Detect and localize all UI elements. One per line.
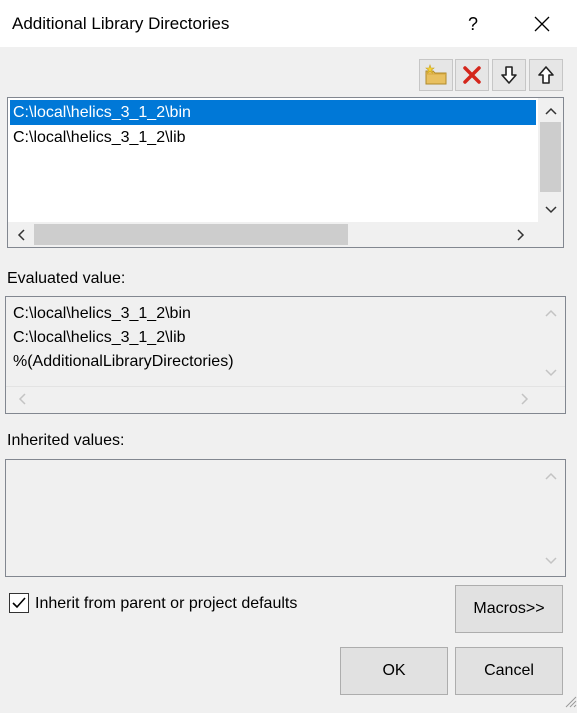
scroll-left-arrow[interactable] (8, 222, 33, 247)
new-folder-icon (425, 64, 447, 85)
scroll-up-arrow[interactable] (540, 301, 562, 325)
delete-button[interactable] (455, 59, 489, 91)
chevron-up-icon (545, 309, 557, 317)
inherited-values-box[interactable] (5, 459, 566, 577)
chevron-left-icon (18, 393, 26, 405)
list-item[interactable]: C:\local\helics_3_1_2\lib (10, 125, 536, 150)
vertical-scrollbar[interactable] (538, 98, 563, 224)
chevron-down-icon (545, 369, 557, 377)
move-down-icon (501, 66, 517, 84)
resize-grip-icon (565, 696, 577, 708)
scroll-down-arrow[interactable] (540, 361, 562, 385)
scroll-left-arrow[interactable] (12, 388, 32, 410)
evaluated-line: C:\local\helics_3_1_2\bin (13, 305, 191, 322)
list-item[interactable]: C:\local\helics_3_1_2\bin (10, 100, 536, 125)
evaluated-value-box[interactable]: C:\local\helics_3_1_2\bin C:\local\helic… (5, 296, 566, 414)
chevron-down-icon (544, 205, 557, 213)
new-line-button[interactable] (419, 59, 453, 91)
vertical-scroll-thumb[interactable] (540, 122, 561, 192)
directory-list[interactable]: C:\local\helics_3_1_2\bin C:\local\helic… (7, 97, 564, 248)
move-up-icon (538, 66, 554, 84)
scroll-down-arrow[interactable] (538, 197, 563, 222)
divider (6, 386, 565, 387)
horizontal-scroll-thumb[interactable] (34, 224, 348, 245)
chevron-up-icon (544, 107, 557, 115)
evaluated-line: %(AdditionalLibraryDirectories) (13, 353, 234, 370)
evaluated-value-label: Evaluated value: (7, 270, 126, 287)
scroll-up-arrow[interactable] (540, 464, 562, 488)
dialog-title: Additional Library Directories (12, 14, 230, 33)
ok-button[interactable]: OK (340, 647, 448, 695)
close-button[interactable] (520, 6, 564, 42)
move-down-button[interactable] (492, 59, 526, 91)
help-button[interactable]: ? (456, 6, 490, 42)
cancel-button[interactable]: Cancel (455, 647, 563, 695)
inherited-values-label: Inherited values: (7, 432, 125, 449)
delete-icon (463, 66, 481, 84)
chevron-down-icon (545, 557, 557, 565)
inherit-checkbox-label[interactable]: Inherit from parent or project defaults (35, 595, 297, 613)
evaluated-line: C:\local\helics_3_1_2\lib (13, 329, 186, 346)
scroll-right-arrow[interactable] (515, 388, 535, 410)
close-icon (534, 16, 550, 32)
macros-button[interactable]: Macros>> (455, 585, 563, 633)
scroll-down-arrow[interactable] (540, 549, 562, 573)
inherit-checkbox[interactable] (9, 593, 29, 613)
scroll-up-arrow[interactable] (538, 98, 563, 123)
resize-grip[interactable] (563, 694, 577, 708)
chevron-up-icon (545, 472, 557, 480)
move-up-button[interactable] (529, 59, 563, 91)
chevron-left-icon (17, 228, 25, 241)
horizontal-scrollbar[interactable] (8, 222, 563, 247)
chevron-right-icon (521, 393, 529, 405)
scroll-right-arrow[interactable] (508, 222, 533, 247)
chevron-right-icon (516, 228, 524, 241)
checkmark-icon (12, 597, 26, 609)
